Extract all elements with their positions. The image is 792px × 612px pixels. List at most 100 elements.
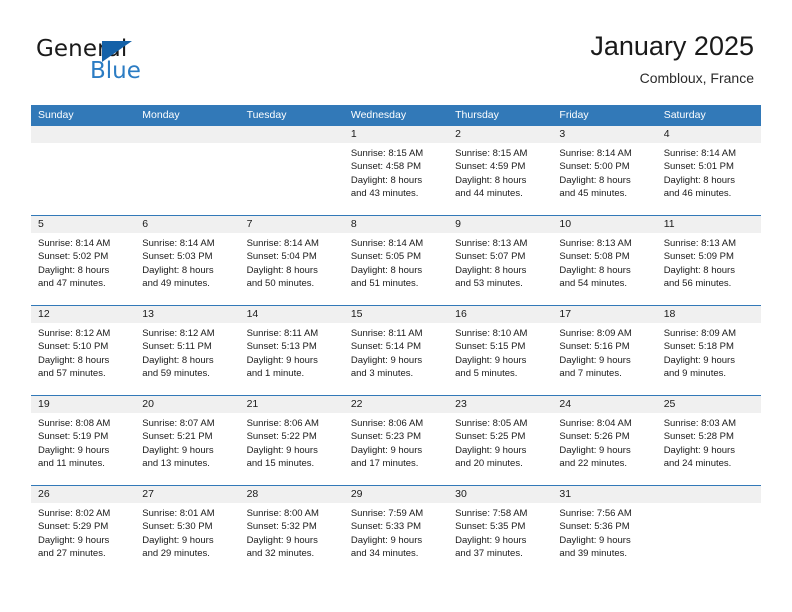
daylight-text-line2: and 27 minutes. — [38, 548, 106, 560]
day-details: Sunrise: 8:07 AM Sunset: 5:21 PM Daylight:… — [135, 413, 239, 471]
sunset-text: Sunset: 5:13 PM — [246, 341, 317, 353]
day-cell[interactable]: 3 Sunrise: 8:14 AM Sunset: 5:00 PM Daylight… — [552, 126, 657, 215]
daylight-text-line2: and 22 minutes. — [559, 458, 628, 470]
sunrise-text: Sunrise: 8:01 AM — [142, 508, 215, 519]
sunset-text: Sunset: 5:25 PM — [455, 431, 526, 443]
daylight-text-line1: Daylight: 8 hours — [350, 174, 423, 186]
day-number: 12 — [31, 306, 136, 323]
day-cell[interactable]: 24 Sunrise: 8:04 AM Sunset: 5:26 PM Dayligh… — [552, 396, 657, 485]
daylight-text-line2: and 46 minutes. — [663, 188, 732, 200]
day-cell[interactable]: 11 Sunrise: 8:13 AM Sunset: 5:09 PM Dayligh… — [656, 216, 761, 305]
sunrise-text: Sunrise: 8:04 AM — [559, 418, 632, 429]
sunrise-text: Sunrise: 8:07 AM — [142, 418, 215, 429]
sunset-text: Sunset: 5:32 PM — [246, 521, 317, 533]
sunset-text: Sunset: 5:05 PM — [350, 251, 422, 263]
daylight-text-line2: and 53 minutes. — [455, 278, 523, 290]
day-cell[interactable]: 26 Sunrise: 8:02 AM Sunset: 5:29 PM Dayligh… — [31, 486, 136, 575]
day-cell[interactable]: 7 Sunrise: 8:14 AM Sunset: 5:04 PM Daylight… — [239, 216, 344, 305]
sunrise-text: Sunrise: 8:14 AM — [350, 238, 424, 249]
sunrise-text: Sunrise: 8:06 AM — [350, 418, 424, 429]
daylight-text-line1: Daylight: 8 hours — [246, 264, 318, 276]
daylight-text-line2: and 50 minutes. — [246, 278, 315, 290]
day-number: 19 — [31, 396, 136, 413]
day-details: Sunrise: 8:13 AM Sunset: 5:07 PM Daylight:… — [448, 233, 552, 291]
day-cell[interactable]: 30 Sunrise: 7:58 AM Sunset: 5:35 PM Dayligh… — [448, 486, 553, 575]
day-details: Sunrise: 8:11 AM Sunset: 5:13 PM Daylight:… — [240, 323, 344, 381]
sunrise-text: Sunrise: 8:14 AM — [142, 238, 215, 249]
day-cell[interactable]: 17 Sunrise: 8:09 AM Sunset: 5:16 PM Dayligh… — [552, 306, 657, 395]
day-cell[interactable]: 8 Sunrise: 8:14 AM Sunset: 5:05 PM Daylight… — [343, 216, 449, 305]
day-number: 14 — [239, 306, 344, 323]
day-cell[interactable]: 9 Sunrise: 8:13 AM Sunset: 5:07 PM Daylight… — [448, 216, 553, 305]
sunset-text: Sunset: 5:14 PM — [350, 341, 422, 353]
calendar-grid: Sunday Monday Tuesday Wednesday Thursday… — [31, 105, 761, 575]
day-details: Sunrise: 8:02 AM Sunset: 5:29 PM Daylight:… — [31, 503, 135, 561]
day-number: 26 — [31, 486, 136, 503]
day-cell[interactable]: 10 Sunrise: 8:13 AM Sunset: 5:08 PM Dayligh… — [552, 216, 657, 305]
day-number: 22 — [343, 396, 449, 413]
day-number — [656, 486, 761, 503]
day-details: Sunrise: 8:06 AM Sunset: 5:23 PM Daylight:… — [344, 413, 448, 471]
day-cell[interactable]: 1 Sunrise: 8:15 AM Sunset: 4:58 PM Daylight… — [343, 126, 449, 215]
daylight-text-line1: Daylight: 9 hours — [663, 354, 735, 366]
sunset-text: Sunset: 5:19 PM — [38, 431, 109, 443]
daylight-text-line1: Daylight: 8 hours — [38, 264, 110, 276]
day-details: Sunrise: 8:13 AM Sunset: 5:08 PM Daylight:… — [552, 233, 656, 291]
week-row: 26 Sunrise: 8:02 AM Sunset: 5:29 PM Dayligh… — [31, 485, 761, 575]
day-cell[interactable]: 22 Sunrise: 8:06 AM Sunset: 5:23 PM Dayligh… — [343, 396, 449, 485]
day-cell[interactable]: 5 Sunrise: 8:14 AM Sunset: 5:02 PM Daylight… — [31, 216, 136, 305]
day-details: Sunrise: 7:56 AM Sunset: 5:36 PM Daylight:… — [552, 503, 656, 561]
day-cell[interactable]: 25 Sunrise: 8:03 AM Sunset: 5:28 PM Dayligh… — [656, 396, 761, 485]
sunrise-text: Sunrise: 8:15 AM — [455, 148, 528, 159]
day-details: Sunrise: 8:08 AM Sunset: 5:19 PM Daylight:… — [31, 413, 135, 471]
daylight-text-line2: and 15 minutes. — [246, 458, 315, 470]
day-cell[interactable]: 29 Sunrise: 7:59 AM Sunset: 5:33 PM Dayligh… — [343, 486, 449, 575]
day-number — [31, 126, 136, 143]
day-cell[interactable]: 27 Sunrise: 8:01 AM Sunset: 5:30 PM Dayligh… — [135, 486, 240, 575]
daylight-text-line2: and 17 minutes. — [350, 458, 419, 470]
day-cell[interactable]: 12 Sunrise: 8:12 AM Sunset: 5:10 PM Dayligh… — [31, 306, 136, 395]
day-number: 6 — [135, 216, 240, 233]
day-cell[interactable]: 16 Sunrise: 8:10 AM Sunset: 5:15 PM Dayligh… — [448, 306, 553, 395]
day-cell[interactable]: 28 Sunrise: 8:00 AM Sunset: 5:32 PM Dayligh… — [239, 486, 344, 575]
sunset-text: Sunset: 5:29 PM — [38, 521, 109, 533]
sunset-text: Sunset: 5:11 PM — [142, 341, 212, 353]
daylight-text-line1: Daylight: 9 hours — [142, 534, 214, 546]
sunrise-text: Sunrise: 8:09 AM — [663, 328, 737, 339]
daylight-text-line1: Daylight: 9 hours — [350, 354, 423, 366]
daylight-text-line1: Daylight: 9 hours — [246, 534, 318, 546]
day-cell[interactable]: 18 Sunrise: 8:09 AM Sunset: 5:18 PM Dayligh… — [656, 306, 761, 395]
day-cell[interactable]: 23 Sunrise: 8:05 AM Sunset: 5:25 PM Dayligh… — [448, 396, 553, 485]
day-cell[interactable]: 31 Sunrise: 7:56 AM Sunset: 5:36 PM Dayligh… — [552, 486, 657, 575]
day-number: 1 — [343, 126, 449, 143]
daylight-text-line2: and 3 minutes. — [350, 368, 414, 380]
sunset-text: Sunset: 4:59 PM — [455, 161, 526, 173]
daylight-text-line1: Daylight: 9 hours — [455, 534, 527, 546]
day-cell[interactable]: 15 Sunrise: 8:11 AM Sunset: 5:14 PM Dayligh… — [343, 306, 449, 395]
sunrise-text: Sunrise: 8:00 AM — [246, 508, 319, 519]
day-details: Sunrise: 8:00 AM Sunset: 5:32 PM Daylight:… — [240, 503, 344, 561]
day-cell[interactable]: 2 Sunrise: 8:15 AM Sunset: 4:59 PM Daylight… — [448, 126, 553, 215]
day-cell[interactable]: 20 Sunrise: 8:07 AM Sunset: 5:21 PM Dayligh… — [135, 396, 240, 485]
day-cell-empty — [31, 126, 136, 215]
sunset-text: Sunset: 5:01 PM — [663, 161, 734, 173]
calendar-page: General Blue January 2025 Combloux, Fran… — [0, 0, 792, 612]
day-details: Sunrise: 8:12 AM Sunset: 5:10 PM Daylight:… — [31, 323, 135, 381]
day-cell[interactable]: 19 Sunrise: 8:08 AM Sunset: 5:19 PM Dayligh… — [31, 396, 136, 485]
daylight-text-line1: Daylight: 9 hours — [559, 534, 631, 546]
sunrise-text: Sunrise: 8:08 AM — [38, 418, 111, 429]
daylight-text-line2: and 39 minutes. — [559, 548, 628, 560]
sunrise-text: Sunrise: 7:56 AM — [559, 508, 632, 519]
daylight-text-line2: and 44 minutes. — [455, 188, 523, 200]
daylight-text-line2: and 56 minutes. — [663, 278, 732, 290]
day-cell[interactable]: 14 Sunrise: 8:11 AM Sunset: 5:13 PM Dayligh… — [239, 306, 344, 395]
sunset-text: Sunset: 5:09 PM — [663, 251, 734, 263]
day-cell[interactable]: 6 Sunrise: 8:14 AM Sunset: 5:03 PM Daylight… — [135, 216, 240, 305]
day-cell[interactable]: 13 Sunrise: 8:12 AM Sunset: 5:11 PM Dayligh… — [135, 306, 240, 395]
sunset-text: Sunset: 5:18 PM — [663, 341, 734, 353]
day-cell[interactable]: 4 Sunrise: 8:14 AM Sunset: 5:01 PM Daylight… — [656, 126, 761, 215]
brand-logo[interactable]: General Blue — [36, 36, 216, 90]
day-details: Sunrise: 8:14 AM Sunset: 5:02 PM Daylight:… — [31, 233, 135, 291]
day-cell[interactable]: 21 Sunrise: 8:06 AM Sunset: 5:22 PM Dayligh… — [239, 396, 344, 485]
daylight-text-line1: Daylight: 9 hours — [246, 444, 318, 456]
